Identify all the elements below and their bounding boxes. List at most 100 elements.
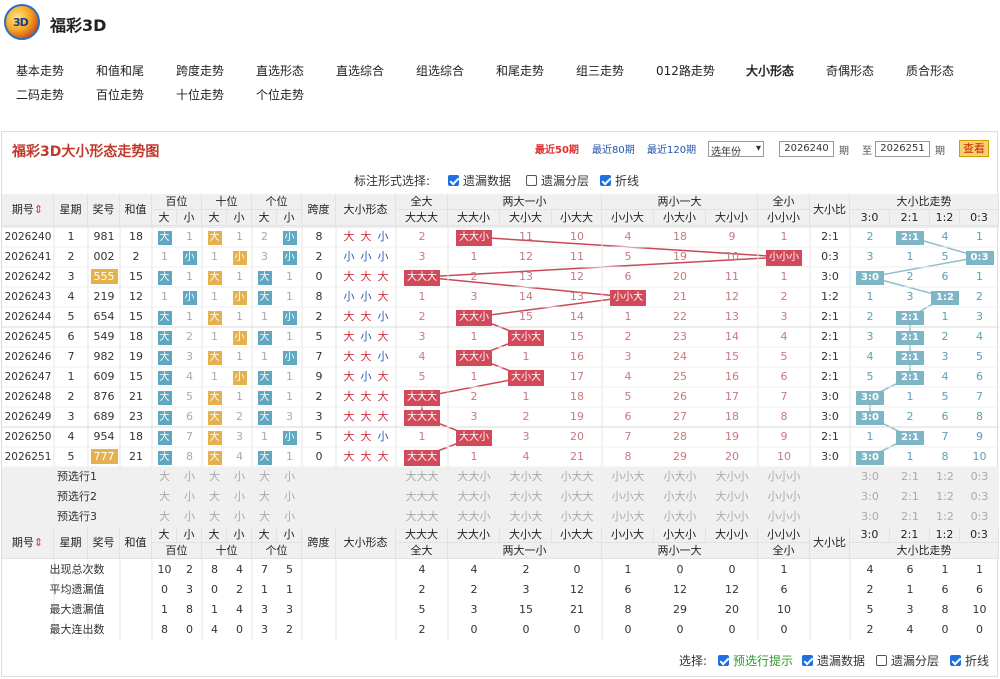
predict-pos-5[interactable]: 小 bbox=[277, 487, 302, 507]
recent-120-link[interactable]: 最近120期 bbox=[647, 141, 696, 156]
predict-ratio-3:0[interactable]: 3:0 bbox=[850, 487, 890, 507]
nav-item-9-row1[interactable]: 012路走势 bbox=[656, 62, 715, 79]
weekday: 1 bbox=[67, 370, 75, 383]
predict-form-小小小[interactable]: 小小小 bbox=[758, 487, 810, 507]
predict-ratio-2:1[interactable]: 2:1 bbox=[890, 487, 930, 507]
predict-pos-0[interactable]: 大 bbox=[152, 507, 177, 527]
to-issue-input[interactable]: 2026251 bbox=[875, 141, 930, 157]
footer-layer-checkbox[interactable]: 遗漏分层 bbox=[876, 652, 939, 669]
nav-item-2-row2[interactable]: 百位走势 bbox=[96, 86, 144, 103]
predict-pos-4[interactable]: 大 bbox=[252, 507, 277, 527]
predict-pos-5[interactable]: 小 bbox=[277, 507, 302, 527]
missing-count: 1 bbox=[941, 310, 949, 323]
predict-ratio-3:0[interactable]: 3:0 bbox=[850, 507, 890, 527]
sort-icon[interactable]: ⇕ bbox=[34, 536, 43, 549]
predict-form-大大大[interactable]: 大大大 bbox=[396, 467, 448, 487]
predict-form-小大大[interactable]: 小大大 bbox=[552, 507, 602, 527]
recent-80-link[interactable]: 最近80期 bbox=[592, 141, 635, 156]
recent-50-link[interactable]: 最近50期 bbox=[535, 141, 579, 156]
predict-form-小小小[interactable]: 小小小 bbox=[758, 507, 810, 527]
predict-pos-2[interactable]: 大 bbox=[202, 487, 227, 507]
shi-xiao-cell: 2 bbox=[227, 407, 252, 427]
predict-pos-1[interactable]: 小 bbox=[177, 467, 202, 487]
predict-ratio-3:0[interactable]: 3:0 bbox=[850, 467, 890, 487]
year-select[interactable]: 选年份 ▾ bbox=[708, 141, 764, 158]
predict-ratio-0:3[interactable]: 0:3 bbox=[960, 487, 999, 507]
nav-item-5-row1[interactable]: 直选综合 bbox=[336, 62, 384, 79]
form-cell-8: 1 bbox=[758, 267, 810, 287]
nav-item-3-row2[interactable]: 十位走势 bbox=[176, 86, 224, 103]
predict-form-大小大[interactable]: 大小大 bbox=[500, 467, 552, 487]
predict-form-小大小[interactable]: 小大小 bbox=[654, 467, 706, 487]
predict-form-小大大[interactable]: 小大大 bbox=[552, 467, 602, 487]
sort-icon[interactable]: ⇕ bbox=[34, 203, 43, 216]
bai-da-cell: 大 bbox=[152, 427, 177, 447]
nav-item-4-row1[interactable]: 直选形态 bbox=[256, 62, 304, 79]
predict-ratio-0:3[interactable]: 0:3 bbox=[960, 507, 999, 527]
predict-ratio-2:1[interactable]: 2:1 bbox=[890, 507, 930, 527]
predict-pos-4[interactable]: 大 bbox=[252, 467, 277, 487]
predict-form-大小小[interactable]: 大小小 bbox=[706, 467, 758, 487]
predict-pos-2[interactable]: 大 bbox=[202, 507, 227, 527]
predict-ratio-2:1[interactable]: 2:1 bbox=[890, 467, 930, 487]
nav-item-11-row1[interactable]: 奇偶形态 bbox=[826, 62, 874, 79]
predict-form-大大大[interactable]: 大大大 bbox=[396, 487, 448, 507]
predict-pos-0[interactable]: 大 bbox=[152, 467, 177, 487]
nav-item-1-row2[interactable]: 二码走势 bbox=[16, 86, 64, 103]
predict-form-大小大[interactable]: 大小大 bbox=[500, 487, 552, 507]
predict-form-大小小[interactable]: 大小小 bbox=[706, 487, 758, 507]
predict-hint-checkbox[interactable]: 预选行提示 bbox=[718, 652, 793, 669]
predict-ratio-1:2[interactable]: 1:2 bbox=[930, 487, 960, 507]
form-cell-1: 3 bbox=[396, 327, 448, 347]
line-checkbox[interactable]: 折线 bbox=[600, 172, 639, 189]
nav-item-6-row1[interactable]: 组选综合 bbox=[416, 62, 464, 79]
query-button[interactable]: 查看 bbox=[959, 140, 989, 157]
predict-form-小小大[interactable]: 小小大 bbox=[602, 487, 654, 507]
predict-pos-3[interactable]: 小 bbox=[227, 487, 252, 507]
form-footer-小小小: 小小小 bbox=[758, 527, 810, 543]
big-tag: 大 bbox=[157, 391, 172, 405]
predict-form-大大小[interactable]: 大大小 bbox=[448, 487, 500, 507]
bai-xiao-cell: 小 bbox=[177, 247, 202, 267]
nav-item-2-row1[interactable]: 和值和尾 bbox=[96, 62, 144, 79]
shi-xiao-cell: 4 bbox=[227, 447, 252, 467]
predict-pos-5[interactable]: 小 bbox=[277, 467, 302, 487]
from-issue-input[interactable]: 2026240 bbox=[779, 141, 834, 157]
predict-pos-1[interactable]: 小 bbox=[177, 507, 202, 527]
nav-item-8-row1[interactable]: 组三走势 bbox=[576, 62, 624, 79]
predict-form-小小大[interactable]: 小小大 bbox=[602, 507, 654, 527]
predict-form-大大大[interactable]: 大大大 bbox=[396, 507, 448, 527]
predict-form-大大小[interactable]: 大大小 bbox=[448, 507, 500, 527]
predict-form-大大小[interactable]: 大大小 bbox=[448, 467, 500, 487]
form-cell-2: 3 bbox=[448, 407, 500, 427]
predict-form-小小大[interactable]: 小小大 bbox=[602, 467, 654, 487]
missing-layer-checkbox[interactable]: 遗漏分层 bbox=[526, 172, 589, 189]
predict-pos-2[interactable]: 大 bbox=[202, 467, 227, 487]
predict-pos-3[interactable]: 小 bbox=[227, 507, 252, 527]
predict-form-小大小[interactable]: 小大小 bbox=[654, 507, 706, 527]
predict-form-大小大[interactable]: 大小大 bbox=[500, 507, 552, 527]
predict-pos-0[interactable]: 大 bbox=[152, 487, 177, 507]
nav-item-10-row1[interactable]: 大小形态 bbox=[746, 62, 794, 79]
form-cell-7: 14 bbox=[706, 327, 758, 347]
predict-pos-1[interactable]: 小 bbox=[177, 487, 202, 507]
nav-item-12-row1[interactable]: 质合形态 bbox=[906, 62, 954, 79]
footer-missing-checkbox[interactable]: 遗漏数据 bbox=[802, 652, 865, 669]
footer-line-checkbox[interactable]: 折线 bbox=[950, 652, 989, 669]
predict-form-小大小[interactable]: 小大小 bbox=[654, 487, 706, 507]
predict-form-小小小[interactable]: 小小小 bbox=[758, 467, 810, 487]
ge-da-cell: 大 bbox=[252, 387, 277, 407]
predict-ratio-0:3[interactable]: 0:3 bbox=[960, 467, 999, 487]
nav-item-4-row2[interactable]: 个位走势 bbox=[256, 86, 304, 103]
predict-pos-3[interactable]: 小 bbox=[227, 467, 252, 487]
predict-pos-4[interactable]: 大 bbox=[252, 487, 277, 507]
nav-item-1-row1[interactable]: 基本走势 bbox=[16, 62, 64, 79]
qihao-header[interactable]: 期号⇕ bbox=[2, 194, 54, 226]
predict-ratio-1:2[interactable]: 1:2 bbox=[930, 507, 960, 527]
nav-item-3-row1[interactable]: 跨度走势 bbox=[176, 62, 224, 79]
nav-item-7-row1[interactable]: 和尾走势 bbox=[496, 62, 544, 79]
predict-form-大小小[interactable]: 大小小 bbox=[706, 507, 758, 527]
missing-data-checkbox[interactable]: 遗漏数据 bbox=[448, 172, 511, 189]
predict-ratio-1:2[interactable]: 1:2 bbox=[930, 467, 960, 487]
predict-form-小大大[interactable]: 小大大 bbox=[552, 487, 602, 507]
